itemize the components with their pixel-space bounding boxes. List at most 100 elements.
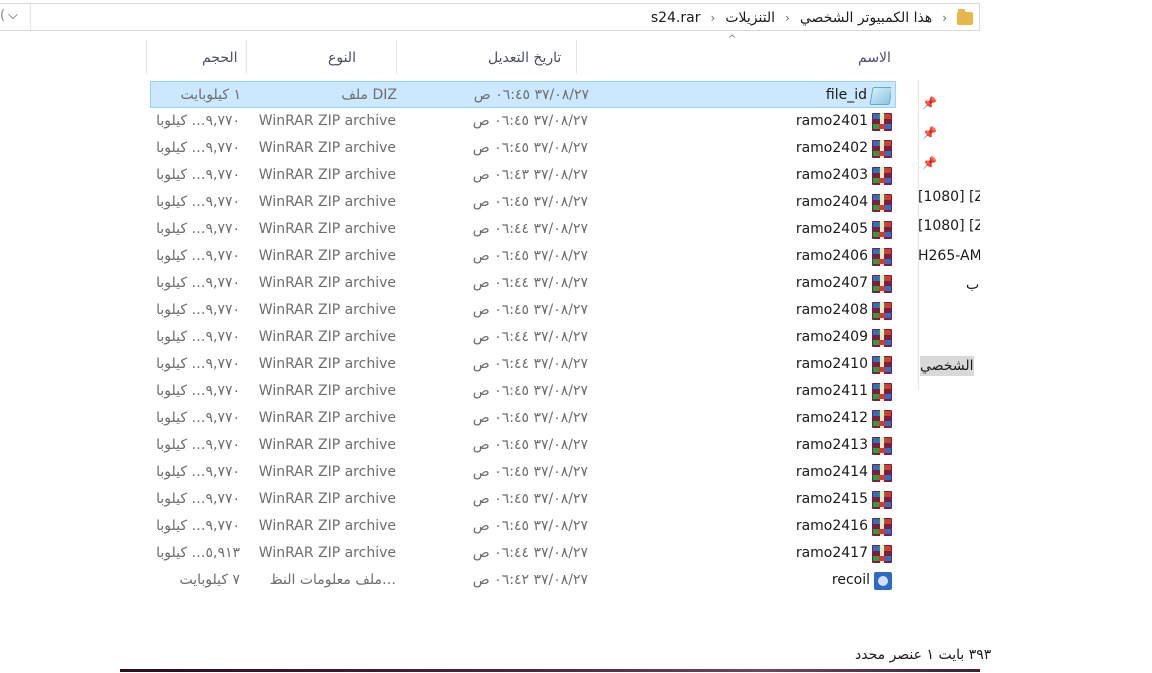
file-size-cell: ٩,٧٧٠… كيلوبا (156, 221, 240, 237)
file-name: ramo2412 (795, 410, 868, 426)
winrar-icon (872, 220, 892, 239)
diz-file-icon (869, 86, 891, 105)
column-header-type[interactable]: النوع (328, 40, 356, 76)
breadcrumb-downloads[interactable]: التنزيلات (725, 10, 775, 26)
system-info-icon (874, 571, 892, 590)
file-name: ramo2408 (795, 302, 868, 318)
file-row[interactable]: ramo2413 ٣٧/٠٨/٢٧ ٠٦:٤٥ ص WinRAR ZIP archi… (150, 432, 896, 459)
file-size-cell: ٥,٩١٣… كيلوبا (156, 545, 240, 561)
breadcrumb-archive[interactable]: s24.rar (651, 10, 701, 26)
file-name-cell[interactable]: ramo2403 (572, 162, 892, 189)
breadcrumb-this-pc[interactable]: هذا الكمبيوتر الشخصي (800, 10, 932, 26)
file-row[interactable]: ramo2415 ٣٧/٠٨/٢٧ ٠٦:٤٥ ص WinRAR ZIP archi… (150, 486, 896, 513)
file-row[interactable]: ramo2403 ٣٧/٠٨/٢٧ ٠٦:٤٣ ص WinRAR ZIP archi… (150, 162, 896, 189)
winrar-belt (880, 247, 884, 266)
column-divider[interactable] (576, 40, 577, 74)
file-name-cell[interactable]: ramo2407 (572, 270, 892, 297)
file-date-cell: ٣٧/٠٨/٢٧ ٠٦:٤٤ ص (472, 356, 588, 372)
winrar-icon (872, 382, 892, 401)
file-date-cell: ٣٧/٠٨/٢٧ ٠٦:٤٥ ص (472, 383, 588, 399)
file-name-cell[interactable]: ramo2414 (572, 459, 892, 486)
nav-item-folder[interactable]: H265-AM (918, 248, 980, 264)
divider (30, 4, 31, 30)
nav-item-folder[interactable]: ب (966, 277, 979, 293)
file-row[interactable]: ramo2408 ٣٧/٠٨/٢٧ ٠٦:٤٥ ص WinRAR ZIP archi… (150, 297, 896, 324)
file-row[interactable]: ramo2401 ٣٧/٠٨/٢٧ ٠٦:٤٥ ص WinRAR ZIP archi… (150, 108, 896, 135)
sort-ascending-icon: ^ (728, 34, 737, 45)
file-row[interactable]: ramo2412 ٣٧/٠٨/٢٧ ٠٦:٤٥ ص WinRAR ZIP archi… (150, 405, 896, 432)
column-divider[interactable] (396, 40, 397, 74)
file-size-cell: ٩,٧٧٠… كيلوبا (156, 113, 240, 129)
file-size-cell: ٩,٧٧٠… كيلوبا (156, 302, 240, 318)
nav-item-this-pc[interactable]: الشخصي (920, 356, 974, 376)
file-name-cell[interactable]: ramo2402 (572, 135, 892, 162)
file-name: ramo2415 (795, 491, 868, 507)
file-name-cell[interactable]: ramo2417 (572, 540, 892, 567)
file-name-cell[interactable]: recoil (572, 567, 892, 594)
file-name-cell[interactable]: ramo2404 (572, 189, 892, 216)
chevron-down-icon[interactable]: ⌵ (8, 8, 18, 23)
chevron-right-icon[interactable]: › (711, 11, 716, 25)
address-bar[interactable]: ( ⌵ › هذا الكمبيوتر الشخصي › التنزيلات ›… (0, 3, 980, 31)
file-list: file_id ٣٧/٠٨/٢٧ ٠٦:٤٥ ص ملف DIZ ١ كيلوبايت… (150, 81, 896, 594)
file-row[interactable]: ramo2409 ٣٧/٠٨/٢٧ ٠٦:٤٤ ص WinRAR ZIP archi… (150, 324, 896, 351)
file-type-cell: ملف معلومات النظ… (269, 572, 396, 588)
file-row[interactable]: ramo2411 ٣٧/٠٨/٢٧ ٠٦:٤٥ ص WinRAR ZIP archi… (150, 378, 896, 405)
file-row[interactable]: ramo2414 ٣٧/٠٨/٢٧ ٠٦:٤٥ ص WinRAR ZIP archi… (150, 459, 896, 486)
file-name: ramo2414 (795, 464, 868, 480)
file-size-cell: ٩,٧٧٠… كيلوبا (156, 194, 240, 210)
file-name: ramo2402 (795, 140, 868, 156)
winrar-icon (872, 463, 892, 482)
chevron-right-icon[interactable]: › (942, 11, 947, 25)
file-size-cell: ٩,٧٧٠… كيلوبا (156, 410, 240, 426)
file-row[interactable]: ramo2410 ٣٧/٠٨/٢٧ ٠٦:٤٤ ص WinRAR ZIP archi… (150, 351, 896, 378)
winrar-belt (880, 517, 884, 536)
winrar-belt (880, 463, 884, 482)
file-type-cell: WinRAR ZIP archive (258, 545, 396, 561)
file-name-cell[interactable]: ramo2409 (572, 324, 892, 351)
file-name-cell[interactable]: ramo2411 (572, 378, 892, 405)
winrar-belt (880, 166, 884, 185)
file-name: ramo2410 (795, 356, 868, 372)
column-header-name[interactable]: الاسم (858, 40, 891, 76)
file-row[interactable]: ramo2407 ٣٧/٠٨/٢٧ ٠٦:٤٤ ص WinRAR ZIP archi… (150, 270, 896, 297)
file-row[interactable]: ramo2416 ٣٧/٠٨/٢٧ ٠٦:٤٥ ص WinRAR ZIP archi… (150, 513, 896, 540)
file-name-cell[interactable]: ramo2405 (572, 216, 892, 243)
winrar-belt (880, 139, 884, 158)
column-header-row: ^ الحجم النوع تاريخ التعديل الاسم (146, 34, 900, 76)
column-header-size[interactable]: الحجم (202, 40, 238, 76)
column-divider[interactable] (146, 40, 147, 74)
file-name: ramo2404 (795, 194, 868, 210)
file-size-cell: ٩,٧٧٠… كيلوبا (156, 329, 240, 345)
file-date-cell: ٣٧/٠٨/٢٧ ٠٦:٤٤ ص (472, 275, 588, 291)
file-name-cell[interactable]: ramo2408 (572, 297, 892, 324)
file-name: ramo2416 (795, 518, 868, 534)
file-row[interactable]: ramo2417 ٣٧/٠٨/٢٧ ٠٦:٤٤ ص WinRAR ZIP archi… (150, 540, 896, 567)
file-row[interactable]: ramo2406 ٣٧/٠٨/٢٧ ٠٦:٤٥ ص WinRAR ZIP archi… (150, 243, 896, 270)
column-header-date[interactable]: تاريخ التعديل (488, 40, 561, 76)
file-name-cell[interactable]: ramo2410 (572, 351, 892, 378)
file-date-cell: ٣٧/٠٨/٢٧ ٠٦:٤٣ ص (472, 167, 588, 183)
file-name-cell[interactable]: file_id (571, 82, 891, 109)
column-divider[interactable] (246, 40, 247, 74)
file-name-cell[interactable]: ramo2401 (572, 108, 892, 135)
file-name-cell[interactable]: ramo2416 (572, 513, 892, 540)
file-name-cell[interactable]: ramo2412 (572, 405, 892, 432)
file-type-cell: WinRAR ZIP archive (258, 464, 396, 480)
file-row[interactable]: ramo2404 ٣٧/٠٨/٢٧ ٠٦:٤٥ ص WinRAR ZIP archi… (150, 189, 896, 216)
winrar-belt (880, 490, 884, 509)
file-row[interactable]: file_id ٣٧/٠٨/٢٧ ٠٦:٤٥ ص ملف DIZ ١ كيلوبايت (150, 81, 896, 108)
file-type-cell: WinRAR ZIP archive (258, 248, 396, 264)
pane-divider[interactable] (918, 80, 919, 390)
file-name: ramo2417 (795, 545, 868, 561)
file-row[interactable]: ramo2405 ٣٧/٠٨/٢٧ ٠٦:٤٤ ص WinRAR ZIP archi… (150, 216, 896, 243)
nav-item-folder[interactable]: [1080] [Zip] (918, 218, 980, 234)
file-name-cell[interactable]: ramo2406 (572, 243, 892, 270)
nav-item-folder[interactable]: [1080] [Zip] (918, 189, 980, 205)
chevron-right-icon[interactable]: › (785, 11, 790, 25)
breadcrumb: › هذا الكمبيوتر الشخصي › التنزيلات › s24… (651, 8, 973, 28)
file-row[interactable]: ramo2402 ٣٧/٠٨/٢٧ ٠٦:٤٥ ص WinRAR ZIP archi… (150, 135, 896, 162)
file-name-cell[interactable]: ramo2413 (572, 432, 892, 459)
file-row[interactable]: recoil ٣٧/٠٨/٢٧ ٠٦:٤٢ ص ملف معلومات النظ… ٧… (150, 567, 896, 594)
file-name-cell[interactable]: ramo2415 (572, 486, 892, 513)
